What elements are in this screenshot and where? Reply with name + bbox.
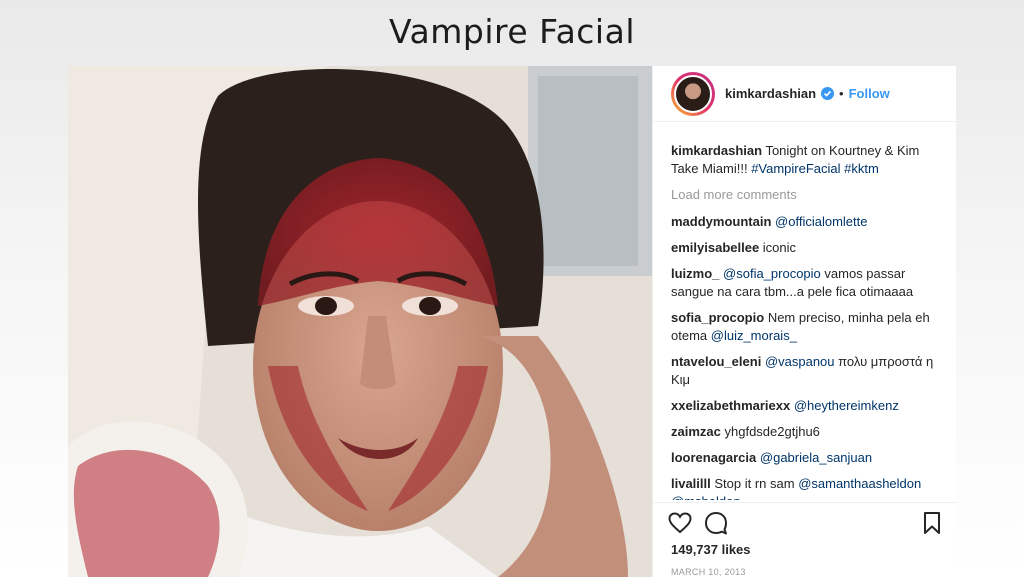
comment: loorenagarcia @gabriela_sanjuan xyxy=(671,449,938,467)
comment-text: Stop it rn sam xyxy=(714,476,799,491)
comment: sofia_procopio Nem preciso, minha pela e… xyxy=(671,309,938,345)
slide-title: Vampire Facial xyxy=(388,12,635,51)
comment-mention[interactable]: @gabriela_sanjuan xyxy=(760,450,872,465)
comment-username[interactable]: luizmo_ xyxy=(671,266,719,281)
comment-username[interactable]: emilyisabellee xyxy=(671,240,759,255)
comment-text: iconic xyxy=(762,240,797,255)
heart-icon[interactable] xyxy=(667,510,693,536)
bookmark-icon[interactable] xyxy=(919,510,945,536)
comments-list: kimkardashian Tonight on Kourtney & Kim … xyxy=(653,122,956,500)
comment-mention[interactable]: @sofia_procopio xyxy=(723,266,821,281)
verified-badge-icon xyxy=(821,87,835,100)
separator-dot: • xyxy=(839,86,844,101)
comment: emilyisabellee iconic xyxy=(671,239,938,257)
comment: luizmo_ @sofia_procopio vamos passar san… xyxy=(671,265,938,301)
avatar[interactable] xyxy=(671,71,715,116)
post-sidebar: kimkardashian • Follow kimkardashian Ton… xyxy=(652,66,957,577)
comment-mention[interactable]: @heythereimkenz xyxy=(794,398,899,413)
comment: ntavelou_eleni @vaspanou πολυ μπροστά η … xyxy=(671,353,938,389)
comment: maddymountain @officialomlette xyxy=(671,213,938,231)
caption-hashtags[interactable]: #VampireFacial #kktm xyxy=(751,161,879,176)
post-photo[interactable] xyxy=(68,66,652,577)
post-header: kimkardashian • Follow xyxy=(653,66,956,122)
post-photo-illustration xyxy=(68,66,652,577)
comment-username[interactable]: sofia_procopio xyxy=(671,310,764,325)
comment-username[interactable]: maddymountain xyxy=(671,214,771,229)
action-bar xyxy=(653,502,957,544)
load-more-comments[interactable]: Load more comments xyxy=(671,186,938,204)
comment-mention[interactable]: @luiz_morais_ xyxy=(711,328,797,343)
comment-username[interactable]: xxelizabethmariexx xyxy=(671,398,790,413)
caption-username[interactable]: kimkardashian xyxy=(671,143,762,158)
comment-mention[interactable]: @officialomlette xyxy=(775,214,867,229)
comment-mention[interactable]: @vaspanou xyxy=(765,354,835,369)
comment-username[interactable]: zaimzac xyxy=(671,424,721,439)
comment-username[interactable]: ntavelou_eleni xyxy=(671,354,761,369)
comment: livalilll Stop it rn sam @samanthaasheld… xyxy=(671,475,938,500)
comment-bubble-icon[interactable] xyxy=(703,510,729,536)
avatar-image xyxy=(674,74,712,113)
comment-text: yhgfdsde2gtjhu6 xyxy=(724,424,820,439)
comment: xxelizabethmariexx @heythereimkenz xyxy=(671,397,938,415)
instagram-post: kimkardashian • Follow kimkardashian Ton… xyxy=(68,66,957,577)
post-date: MARCH 10, 2013 xyxy=(671,567,746,577)
comment-username[interactable]: loorenagarcia xyxy=(671,450,756,465)
likes-count[interactable]: 149,737 likes xyxy=(671,542,751,557)
follow-button[interactable]: Follow xyxy=(849,86,890,101)
comment-username[interactable]: livalilll xyxy=(671,476,711,491)
caption: kimkardashian Tonight on Kourtney & Kim … xyxy=(671,142,938,178)
comment: zaimzac yhgfdsde2gtjhu6 xyxy=(671,423,938,441)
header-username[interactable]: kimkardashian xyxy=(725,86,816,101)
